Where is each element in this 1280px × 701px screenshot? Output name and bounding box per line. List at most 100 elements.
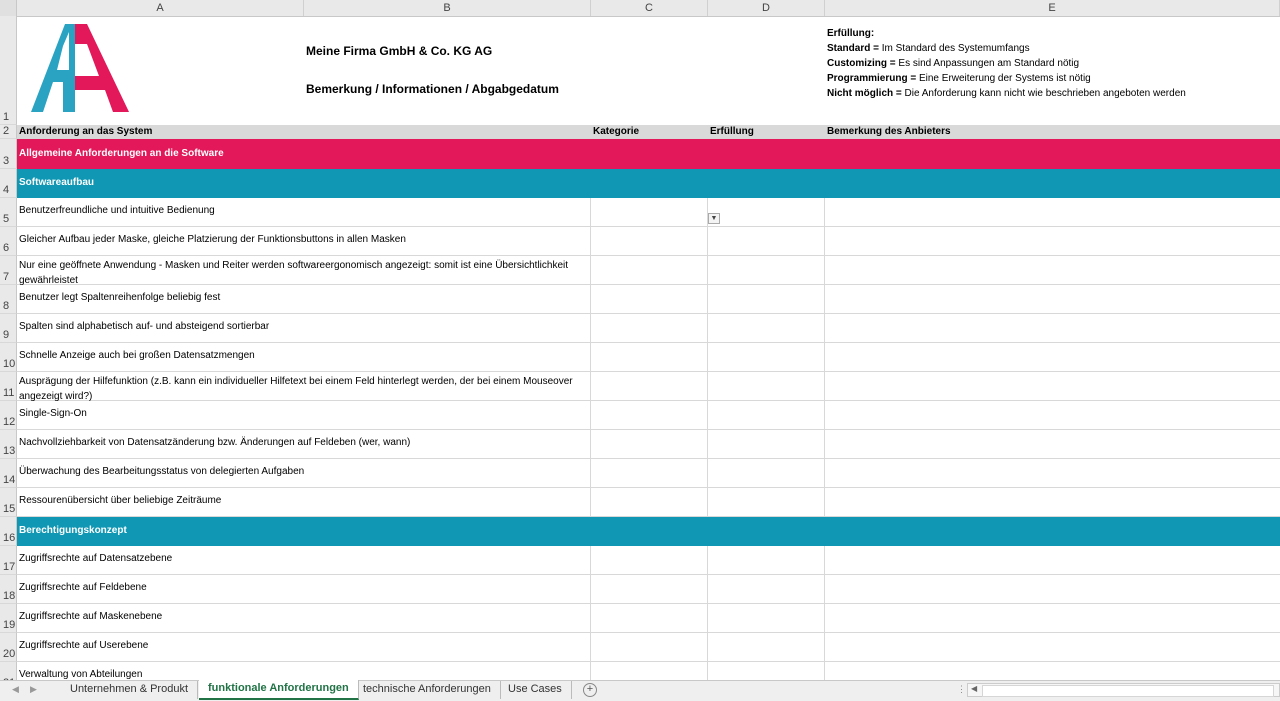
row-header[interactable]: 7: [0, 256, 17, 285]
row-header[interactable]: 18: [0, 575, 17, 604]
row-header[interactable]: 12: [0, 401, 17, 430]
fulfillment-cell[interactable]: [708, 227, 825, 255]
category-cell[interactable]: [591, 227, 708, 255]
row-header[interactable]: 6: [0, 227, 17, 256]
row-header[interactable]: 9: [0, 314, 17, 343]
row-header[interactable]: 19: [0, 604, 17, 633]
remark-cell[interactable]: [825, 343, 1280, 371]
requirement-cell[interactable]: Zugriffsrechte auf Feldebene: [17, 575, 591, 603]
remark-cell[interactable]: [825, 198, 1280, 226]
sheet-tab-unternehmen[interactable]: Unternehmen & Produkt: [61, 681, 199, 699]
row-header[interactable]: 5: [0, 198, 17, 227]
remark-cell[interactable]: [825, 488, 1280, 516]
remark-cell[interactable]: [825, 604, 1280, 632]
section-row-general[interactable]: Allgemeine Anforderungen an die Software: [17, 139, 1280, 169]
remark-cell[interactable]: [825, 430, 1280, 458]
remark-cell[interactable]: [825, 546, 1280, 574]
category-cell[interactable]: [591, 314, 708, 342]
remark-cell[interactable]: [825, 633, 1280, 661]
fulfillment-cell[interactable]: [708, 401, 825, 429]
row-header[interactable]: 15: [0, 488, 17, 517]
category-cell[interactable]: [591, 401, 708, 429]
requirement-cell[interactable]: Nachvollziehbarkeit von Datensatzänderun…: [17, 430, 591, 458]
category-cell[interactable]: [591, 459, 708, 487]
category-cell[interactable]: [591, 662, 708, 680]
fulfillment-cell[interactable]: [708, 546, 825, 574]
fulfillment-cell[interactable]: [708, 459, 825, 487]
fulfillment-cell[interactable]: [708, 575, 825, 603]
sheet-tab-technische[interactable]: technische Anforderungen: [354, 681, 501, 699]
category-cell[interactable]: [591, 285, 708, 313]
scroll-tabs-right-icon[interactable]: ▶: [30, 684, 37, 695]
header-erfuellung[interactable]: Erfüllung: [710, 126, 754, 137]
category-cell[interactable]: [591, 633, 708, 661]
row-header[interactable]: 11: [0, 372, 17, 401]
category-cell[interactable]: [591, 256, 708, 284]
header-kategorie[interactable]: Kategorie: [593, 126, 639, 137]
column-header-d[interactable]: D: [708, 0, 825, 16]
requirement-cell[interactable]: Benutzer legt Spaltenreihenfolge beliebi…: [17, 285, 591, 313]
fulfillment-cell[interactable]: [708, 256, 825, 284]
row-header[interactable]: 17: [0, 546, 17, 575]
requirement-cell[interactable]: Nur eine geöffnete Anwendung - Masken un…: [17, 256, 591, 286]
requirement-cell[interactable]: Zugriffsrechte auf Maskenebene: [17, 604, 591, 632]
row-header[interactable]: 16: [0, 517, 17, 546]
scroll-left-icon[interactable]: ◀: [971, 684, 977, 693]
fulfillment-cell[interactable]: [708, 343, 825, 371]
category-cell[interactable]: [591, 430, 708, 458]
requirement-cell[interactable]: Single-Sign-On: [17, 401, 591, 429]
header-bemerkung[interactable]: Bemerkung des Anbieters: [827, 126, 951, 137]
row-header[interactable]: 3: [0, 139, 17, 169]
category-cell[interactable]: [591, 372, 708, 400]
row-header[interactable]: 8: [0, 285, 17, 314]
requirement-cell[interactable]: Überwachung des Bearbeitungsstatus von d…: [17, 459, 591, 487]
row-header[interactable]: 2: [0, 125, 17, 139]
column-header-e[interactable]: E: [825, 0, 1280, 16]
category-cell[interactable]: [591, 488, 708, 516]
requirement-cell[interactable]: Schnelle Anzeige auch bei großen Datensa…: [17, 343, 591, 371]
scroll-tabs-left-icon[interactable]: ◀: [12, 684, 19, 695]
category-cell[interactable]: [591, 343, 708, 371]
requirement-cell[interactable]: Ressourenübersicht über beliebige Zeiträ…: [17, 488, 591, 516]
add-sheet-icon[interactable]: +: [583, 683, 597, 697]
remark-cell[interactable]: [825, 459, 1280, 487]
column-header-b[interactable]: B: [304, 0, 591, 16]
requirement-cell[interactable]: Benutzerfreundliche und intuitive Bedien…: [17, 198, 591, 226]
remark-cell[interactable]: [825, 372, 1280, 400]
requirement-cell[interactable]: Spalten sind alphabetisch auf- und abste…: [17, 314, 591, 342]
section-row-softwareaufbau[interactable]: Softwareaufbau: [17, 169, 1280, 198]
fulfillment-cell[interactable]: [708, 285, 825, 313]
fulfillment-cell[interactable]: [708, 633, 825, 661]
remark-cell[interactable]: [825, 227, 1280, 255]
requirement-cell[interactable]: Gleicher Aufbau jeder Maske, gleiche Pla…: [17, 227, 591, 255]
category-cell[interactable]: [591, 546, 708, 574]
fulfillment-dropdown-button[interactable]: ▼: [708, 213, 720, 224]
fulfillment-cell[interactable]: [708, 662, 825, 680]
category-cell[interactable]: [591, 604, 708, 632]
row-header[interactable]: 4: [0, 169, 17, 198]
column-header-a[interactable]: A: [17, 0, 304, 16]
header-anforderung[interactable]: Anforderung an das System: [19, 126, 152, 137]
tab-split-handle[interactable]: ⋮: [957, 684, 966, 695]
sheet-tab-use-cases[interactable]: Use Cases: [499, 681, 572, 699]
row-header[interactable]: 10: [0, 343, 17, 372]
remark-cell[interactable]: [825, 662, 1280, 680]
remark-cell[interactable]: [825, 285, 1280, 313]
remark-cell[interactable]: [825, 401, 1280, 429]
row-header[interactable]: 20: [0, 633, 17, 662]
requirement-cell[interactable]: Verwaltung von Abteilungen: [17, 662, 591, 680]
row-header[interactable]: 14: [0, 459, 17, 488]
requirement-cell[interactable]: Zugriffsrechte auf Userebene: [17, 633, 591, 661]
fulfillment-cell[interactable]: [708, 488, 825, 516]
remark-cell[interactable]: [825, 575, 1280, 603]
row-header[interactable]: 21: [0, 662, 17, 680]
fulfillment-cell[interactable]: [708, 198, 825, 226]
requirement-cell[interactable]: Ausprägung der Hilfefunktion (z.B. kann …: [17, 372, 591, 402]
category-cell[interactable]: [591, 575, 708, 603]
scrollbar-thumb[interactable]: [982, 685, 1274, 697]
requirement-cell[interactable]: Zugriffsrechte auf Datensatzebene: [17, 546, 591, 574]
fulfillment-cell[interactable]: [708, 430, 825, 458]
sheet-tab-funktionale[interactable]: funktionale Anforderungen: [199, 680, 359, 700]
horizontal-scrollbar[interactable]: ◀: [967, 683, 1280, 697]
remark-cell[interactable]: [825, 256, 1280, 284]
